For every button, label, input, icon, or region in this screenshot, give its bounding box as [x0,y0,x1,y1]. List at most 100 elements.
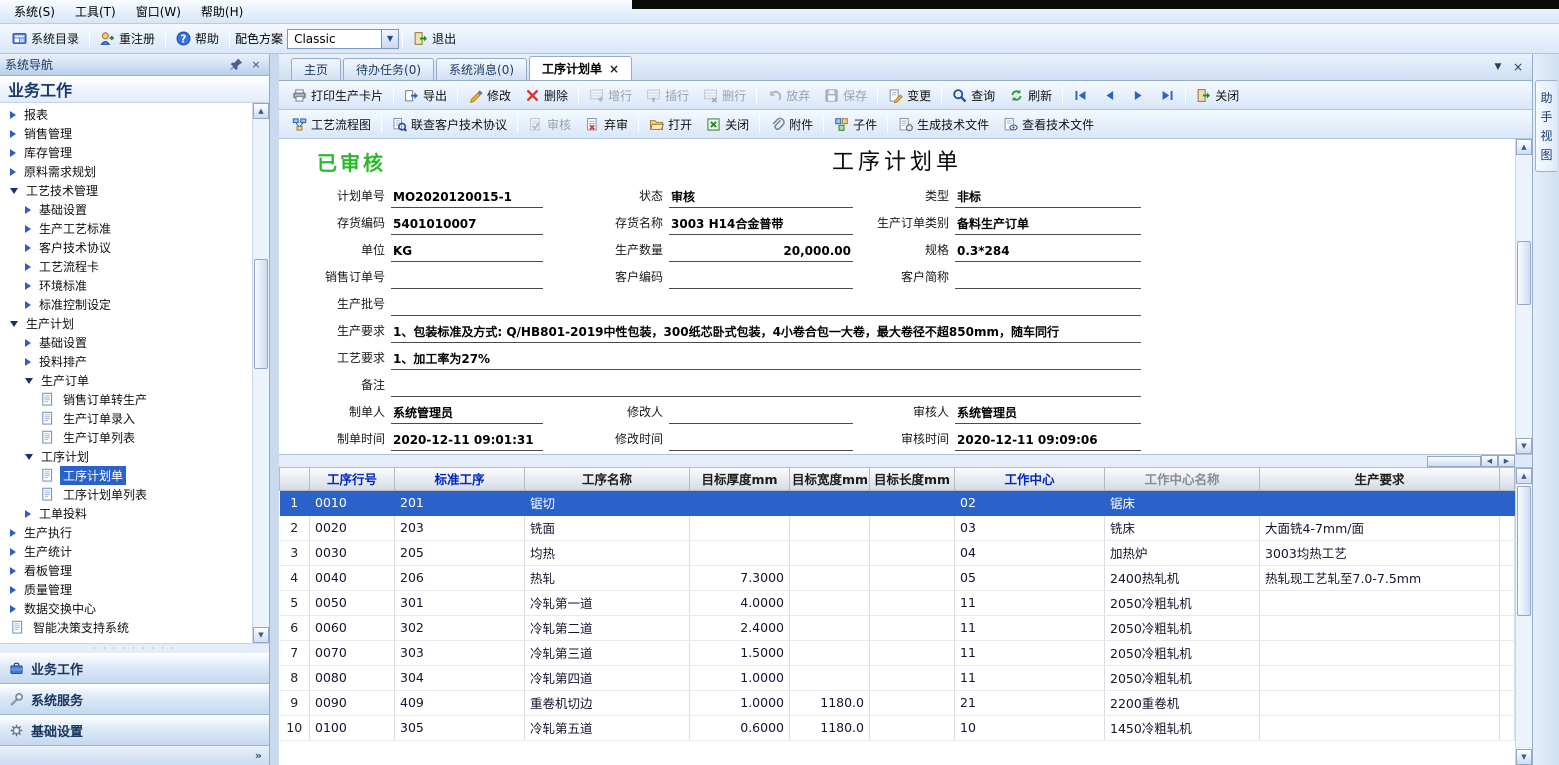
field-unit-value[interactable]: KG [391,241,543,262]
table-cell[interactable] [790,640,870,665]
table-cell[interactable] [1260,615,1500,640]
field-maker-value[interactable]: 系统管理员 [391,403,543,424]
table-cell[interactable]: 铣床 [1105,515,1260,540]
field-type-value[interactable]: 非标 [955,187,1141,208]
table-cell[interactable]: 0010 [310,490,395,515]
field-spec-value[interactable]: 0.3*284 [955,241,1141,262]
table-cell[interactable]: 0090 [310,690,395,715]
table-cell[interactable]: 重卷机切边 [525,690,690,715]
scroll-down-icon[interactable]: ▼ [1516,749,1532,765]
table-cell[interactable]: 1.5000 [690,640,790,665]
chevron-down-icon[interactable]: ▼ [381,30,398,48]
tree-expanded-icon[interactable] [10,188,18,194]
column-header[interactable]: 目标宽度mm [790,468,870,490]
table-cell[interactable]: 加热炉 [1105,540,1260,565]
tree-item[interactable]: 工艺技术管理 [0,181,252,200]
viewfile-button[interactable]: 查看技术文件 [996,112,1101,137]
flow-button[interactable]: 工艺流程图 [285,112,378,137]
tree-item[interactable]: 客户技术协议 [0,238,252,257]
scroll-up-icon[interactable]: ▲ [253,103,269,119]
table-cell[interactable]: 4 [280,565,310,590]
linkquery-button[interactable]: 联查客户技术协议 [385,112,514,137]
table-cell[interactable] [870,590,955,615]
field-modifier-value[interactable] [669,403,853,424]
tree-item[interactable]: 报表 [0,105,252,124]
field-modify-time-value[interactable] [669,430,853,451]
field-cust-code-value[interactable] [669,268,853,289]
table-cell[interactable]: 2050冷粗轧机 [1105,665,1260,690]
column-header[interactable]: 标准工序 [395,468,525,490]
table-cell[interactable]: 2200重卷机 [1105,690,1260,715]
tab-list-chevron-down-icon[interactable]: ▼ [1489,58,1507,76]
sidebar-overflow[interactable]: » [0,746,269,765]
tree-collapsed-icon[interactable] [25,263,31,271]
table-cell[interactable]: 11 [955,665,1105,690]
menu-item[interactable]: 系统(S) [4,0,65,23]
table-cell[interactable] [790,665,870,690]
table-cell[interactable]: 2 [280,515,310,540]
delete-button[interactable]: 删除 [518,83,575,108]
table-cell[interactable] [870,515,955,540]
table-cell[interactable]: 201 [395,490,525,515]
closedoc-button[interactable]: 关闭 [699,112,756,137]
table-cell[interactable]: 0030 [310,540,395,565]
delrow-button[interactable]: 删行 [696,83,753,108]
table-cell[interactable]: 305 [395,715,525,740]
table-cell[interactable] [790,615,870,640]
save-button[interactable]: 保存 [817,83,874,108]
table-cell[interactable] [870,565,955,590]
scroll-thumb[interactable] [254,259,268,369]
table-row[interactable]: 40040206热轧7.3000052400热轧机热轧现工艺轧至7.0-7.5m… [280,565,1515,590]
tree-collapsed-icon[interactable] [10,111,16,119]
table-cell[interactable]: 0070 [310,640,395,665]
tab-process-plan[interactable]: 工序计划单× [529,56,632,80]
table-cell[interactable]: 热轧 [525,565,690,590]
tree-item[interactable]: 投料排产 [0,352,252,371]
navfirst-button[interactable] [1066,84,1095,107]
table-cell[interactable] [870,640,955,665]
table-cell[interactable] [1260,590,1500,615]
tree-item[interactable]: 数据交换中心 [0,599,252,618]
close-icon[interactable]: × [609,62,619,76]
table-cell[interactable]: 1180.0 [790,690,870,715]
menu-item[interactable]: 工具(T) [65,0,126,23]
table-cell[interactable]: 0.6000 [690,715,790,740]
form-horizontal-scrollbar[interactable]: ◀ ▶ [279,455,1532,468]
tree-item[interactable]: 生产计划 [0,314,252,333]
table-cell[interactable]: 302 [395,615,525,640]
table-cell[interactable]: 均热 [525,540,690,565]
tree-collapsed-icon[interactable] [10,605,16,613]
tree-item[interactable]: 标准控制设定 [0,295,252,314]
pin-icon[interactable] [228,57,244,73]
menu-item[interactable]: 窗口(W) [126,0,191,23]
table-row[interactable]: 60060302冷轧第二道2.4000112050冷粗轧机 [280,615,1515,640]
panel-business-work[interactable]: 业务工作 [0,653,269,684]
color-scheme-select[interactable]: Classic ▼ [287,29,399,49]
table-cell[interactable]: 7 [280,640,310,665]
table-cell[interactable]: 9 [280,690,310,715]
table-row[interactable]: 30030205均热04加热炉3003均热工艺 [280,540,1515,565]
table-cell[interactable]: 2400热轧机 [1105,565,1260,590]
field-auditor-value[interactable]: 系统管理员 [955,403,1141,424]
tree-item[interactable]: 库存管理 [0,143,252,162]
table-cell[interactable]: 6 [280,615,310,640]
tree-item[interactable]: 销售管理 [0,124,252,143]
tree-collapsed-icon[interactable] [10,567,16,575]
table-cell[interactable]: 锯床 [1105,490,1260,515]
audit-button[interactable]: 审核 [521,112,578,137]
table-cell[interactable]: 0080 [310,665,395,690]
insrow-button[interactable]: 插行 [639,83,696,108]
tree-collapsed-icon[interactable] [10,529,16,537]
field-status-value[interactable]: 审核 [669,187,853,208]
field-sale-no-value[interactable] [391,268,543,289]
table-row[interactable]: 50050301冷轧第一道4.0000112050冷粗轧机 [280,590,1515,615]
table-cell[interactable]: 304 [395,665,525,690]
table-cell[interactable]: 206 [395,565,525,590]
scroll-thumb[interactable] [1517,486,1531,616]
tree-item[interactable]: 生产统计 [0,542,252,561]
tree-item[interactable]: 销售订单转生产 [0,390,252,409]
navnext-button[interactable] [1124,84,1153,107]
field-make-time-value[interactable]: 2020-12-11 09:01:31 [391,430,543,451]
scroll-down-icon[interactable]: ▼ [1516,438,1532,454]
tree-expanded-icon[interactable] [25,454,33,460]
